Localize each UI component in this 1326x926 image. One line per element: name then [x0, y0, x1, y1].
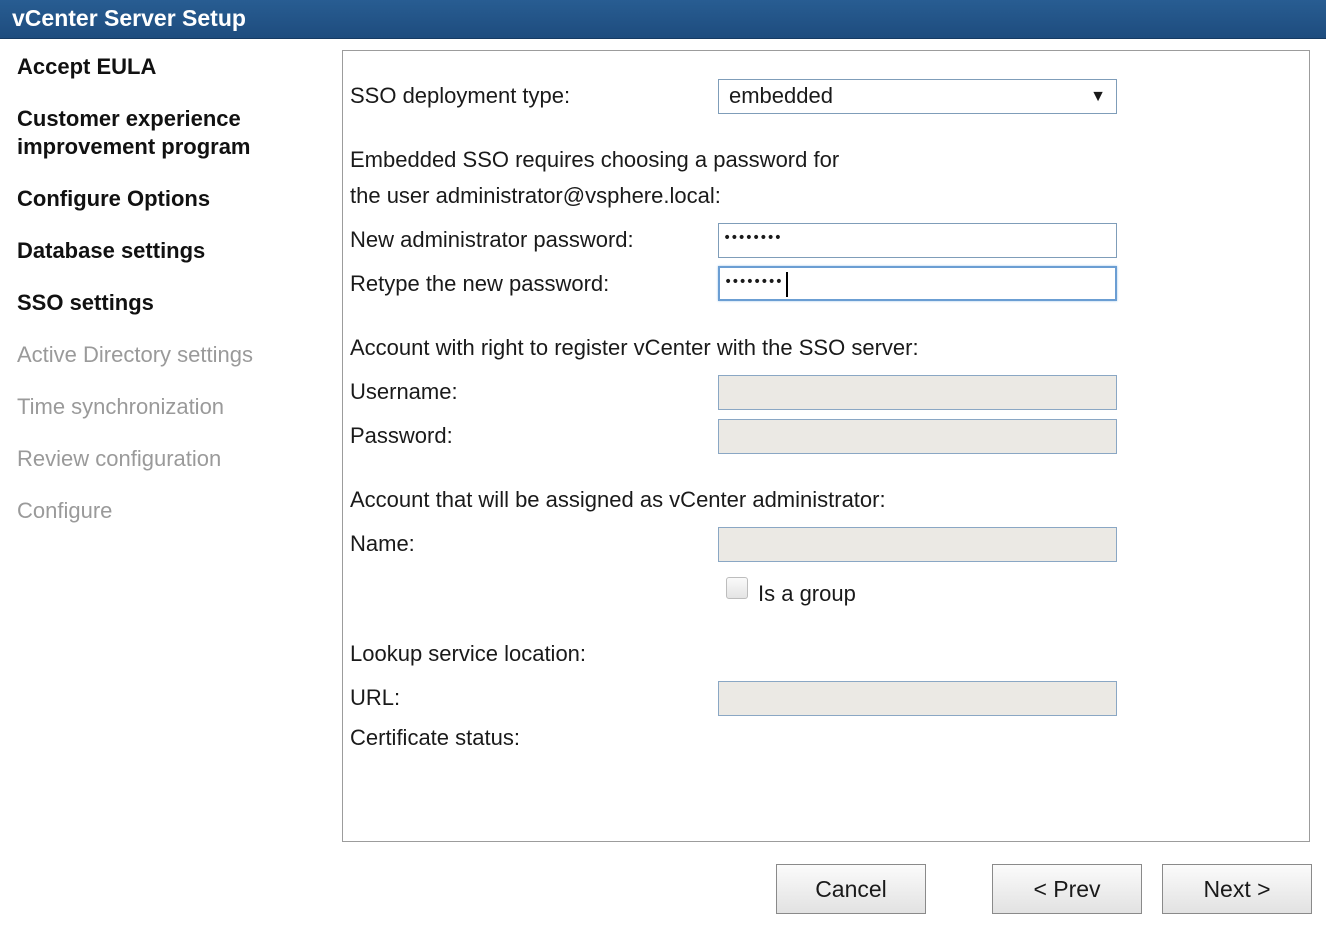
sso-type-select[interactable]: embedded ▼ — [718, 79, 1117, 114]
window-title: vCenter Server Setup — [12, 5, 246, 31]
certificate-status-label: Certificate status: — [350, 725, 520, 750]
dropdown-arrow-icon: ▼ — [1090, 88, 1106, 105]
url-label: URL: — [350, 685, 401, 710]
next-button[interactable]: Next > — [1162, 864, 1312, 914]
username-field[interactable] — [718, 375, 1117, 410]
is-group-checkbox[interactable] — [726, 577, 748, 599]
sso-type-value: embedded — [729, 83, 833, 108]
retype-password-field[interactable]: •••••••• — [718, 266, 1117, 301]
lookup-heading: Lookup service location: — [350, 641, 587, 666]
sidebar-item-review-configuration: Review configuration — [17, 446, 222, 471]
sidebar-item-active-directory: Active Directory settings — [17, 342, 253, 367]
new-password-label: New administrator password: — [350, 227, 634, 252]
url-field[interactable] — [718, 681, 1117, 716]
sidebar-item-configure: Configure — [17, 498, 113, 523]
username-label: Username: — [350, 379, 458, 404]
text-caret — [786, 272, 788, 297]
sidebar-item-customer-experience-line2: improvement program — [17, 134, 251, 159]
name-label: Name: — [350, 531, 415, 556]
sidebar-item-accept-eula: Accept EULA — [17, 54, 157, 79]
new-password-field[interactable]: •••••••• — [718, 223, 1117, 258]
sidebar-item-sso-settings: SSO settings — [17, 290, 154, 315]
admin-account-heading: Account that will be assigned as vCenter… — [350, 487, 886, 512]
retype-password-label: Retype the new password: — [350, 271, 610, 296]
sidebar-item-time-sync: Time synchronization — [17, 394, 225, 419]
is-group-label: Is a group — [758, 581, 856, 606]
password-field[interactable] — [718, 419, 1117, 454]
new-password-value: •••••••• — [723, 230, 782, 246]
cancel-button[interactable]: Cancel — [776, 864, 926, 914]
embedded-note-line2: the user administrator@vsphere.local: — [350, 183, 721, 208]
name-field[interactable] — [718, 527, 1117, 562]
sidebar-item-configure-options: Configure Options — [17, 186, 211, 211]
title-bar: vCenter Server Setup — [0, 0, 1326, 39]
sidebar-item-customer-experience: Customer experience — [17, 106, 241, 131]
prev-button[interactable]: < Prev — [992, 864, 1142, 914]
embedded-note-line1: Embedded SSO requires choosing a passwor… — [350, 147, 840, 172]
password-label: Password: — [350, 423, 453, 448]
sidebar-item-database-settings: Database settings — [17, 238, 206, 263]
register-account-heading: Account with right to register vCenter w… — [350, 335, 919, 360]
retype-password-value: •••••••• — [724, 274, 783, 290]
sso-type-label: SSO deployment type: — [350, 83, 571, 108]
